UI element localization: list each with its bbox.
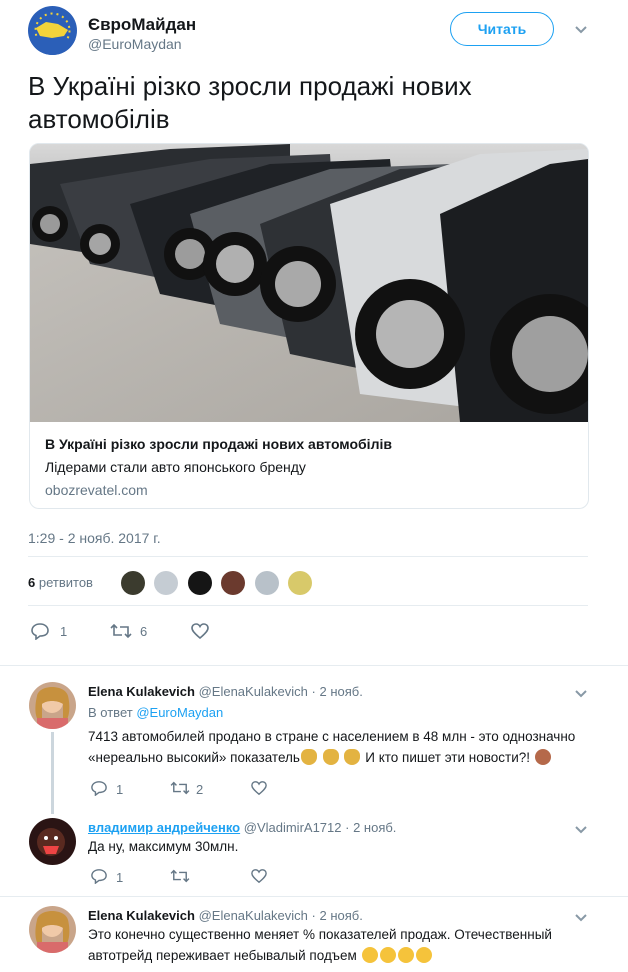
author-name: владимир андрейченко [88,820,241,835]
reply-tweet[interactable]: Elena Kulakevich @ElenaKulakevich · 2 но… [0,906,628,972]
retweet-count: 2 [196,782,204,797]
reply-tweet[interactable]: Elena Kulakevich @ElenaKulakevich · 2 но… [0,682,628,802]
see-no-evil-monkey-icon [534,749,551,765]
divider [0,665,628,666]
avatar[interactable] [154,571,179,595]
card-description: Лідерами стали авто японського бренду [45,459,306,475]
in-reply-handle[interactable]: @EuroMaydan [136,705,223,720]
reply-date[interactable]: · 2 нояб. [312,908,363,923]
reply-text: Да ну, максимум 30млн. [88,839,239,854]
tweet-timestamp[interactable]: 1:29 - 2 нояб. 2017 г. [28,530,161,546]
retweets-label: ретвитов [38,575,93,590]
reply-author[interactable]: Elena Kulakevich @ElenaKulakevich · 2 но… [88,908,363,923]
divider [28,605,588,606]
author-handle: @ElenaKulakevich [198,684,308,699]
reply-icon [91,869,107,884]
retweets-stat[interactable]: 6 ретвитов [28,575,93,590]
retweet-count: 6 [140,624,148,639]
reply-count: 1 [116,870,124,885]
heart-icon [251,869,267,884]
money-bag-icon [300,749,317,765]
reply-icon [91,781,107,796]
card-image [30,144,588,422]
retweet-icon [170,869,190,883]
heart-icon [251,781,267,796]
reply-text-segment: «нереально высокий» показатель [88,750,300,765]
avatar[interactable] [221,571,246,595]
reply-actions: 1 [90,868,350,886]
reply-icon [31,623,49,640]
avatar[interactable] [187,571,212,595]
reply-tweet[interactable]: владимир андрейченко @VladimirA1712 · 2 … [0,818,628,890]
tweet-text: В Україні різко зросли продажі нових авт… [28,71,472,134]
reply-text-line: Это конечно существенно меняет % показат… [88,927,552,942]
heart-icon [191,623,209,640]
reply-text-segment: автотрейд переживает небывалый подъем [88,948,357,963]
avatar[interactable] [29,906,76,953]
avatar[interactable] [29,682,76,729]
chevron-down-icon[interactable] [574,22,588,34]
retweeter-avatars [121,571,317,597]
rofl-icon [379,947,396,963]
in-reply-to: В ответ @EuroMaydan [88,705,223,720]
reply-text-line: 7413 автомобилей продано в стране с насе… [88,729,576,744]
tweet-header: ЄвроМайдан @EuroMaydan Читать [28,6,600,56]
reply-date[interactable]: · 2 нояб. [345,820,396,835]
author-name: Elena Kulakevich [88,684,195,699]
reply-text: Это конечно существенно меняет % показат… [88,924,598,966]
retweet-icon [170,781,190,795]
reply-author[interactable]: Elena Kulakevich @ElenaKulakevich · 2 но… [88,684,363,699]
retweet-icon [110,623,132,639]
reply-count: 1 [60,624,68,639]
author-handle: @VladimirA1712 [243,820,342,835]
user-handle[interactable]: @EuroMaydan [88,36,182,52]
avatar[interactable] [254,571,279,595]
avatar[interactable] [28,6,77,55]
author-handle: @ElenaKulakevich [198,908,308,923]
display-name[interactable]: ЄвроМайдан [88,15,196,35]
tweet-stats: 6 ретвитов [28,568,588,598]
reply-author[interactable]: владимир андрейченко @VladimirA1712 · 2 … [88,820,396,835]
author-name: Elena Kulakevich [88,908,195,923]
rofl-icon [361,947,378,963]
money-bag-icon [322,749,339,765]
reply-count: 1 [116,782,124,797]
reply-text: 7413 автомобилей продано в стране с насе… [88,726,598,768]
rofl-icon [397,947,414,963]
retweets-count: 6 [28,575,36,590]
tweet-actions: 1 6 [30,620,330,642]
chevron-down-icon[interactable] [574,686,588,704]
reply-text-segment: И кто пишет эти новости?! [365,750,531,765]
reply-actions: 1 2 [90,780,350,798]
reply-date[interactable]: · 2 нояб. [312,684,363,699]
avatar[interactable] [288,571,313,595]
avatar[interactable] [121,571,145,595]
follow-button[interactable]: Читать [450,12,554,46]
money-bag-icon [344,749,361,765]
divider [28,556,588,557]
card-domain: obozrevatel.com [45,482,148,498]
card-title[interactable]: В Україні різко зросли продажі нових авт… [45,436,392,452]
in-reply-prefix: В ответ [88,705,133,720]
link-card[interactable]: В Україні різко зросли продажі нових авт… [29,143,589,509]
divider [0,896,628,897]
rofl-icon [415,947,432,963]
avatar[interactable] [29,818,76,865]
reply-text-line: «нереально высокий» показатель И кто пиш… [88,747,598,768]
reply-text-line: автотрейд переживает небывалый подъем [88,945,598,966]
